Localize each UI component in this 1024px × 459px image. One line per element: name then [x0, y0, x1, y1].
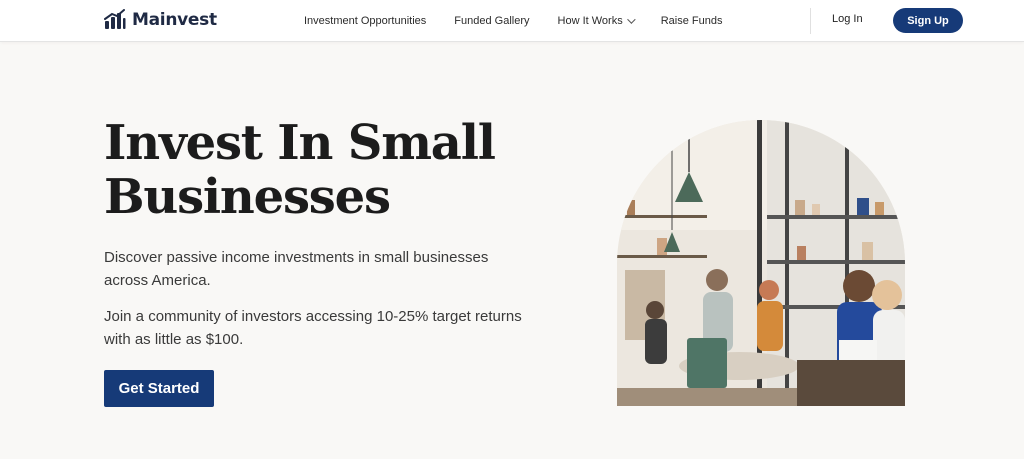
hero-returns-text: Join a community of investors accessing … [104, 308, 522, 348]
nav-divider [810, 8, 811, 34]
brand-name: Mainvest [132, 10, 217, 30]
main-nav: Investment Opportunities Funded Gallery … [304, 0, 750, 42]
hero-title: Invest In Small Businesses [104, 115, 496, 225]
cafe-illustration [617, 120, 905, 406]
nav-item-funded-gallery[interactable]: Funded Gallery [454, 15, 529, 27]
cafe-photo [617, 120, 905, 406]
nav-item-raise-funds[interactable]: Raise Funds [661, 15, 723, 27]
nav-item-investment-opportunities[interactable]: Investment Opportunities [304, 15, 426, 27]
top-navigation-bar: Mainvest Investment Opportunities Funded… [0, 0, 1024, 42]
bar-chart-logo-icon [104, 9, 126, 29]
nav-item-how-it-works[interactable]: How It Works [557, 15, 636, 27]
chevron-down-icon [626, 15, 636, 24]
nav-item-how-it-works-label: How It Works [557, 15, 623, 27]
hero-description: Discover passive income investments in s… [104, 249, 489, 289]
get-started-button[interactable]: Get Started [104, 370, 214, 407]
mainvest-logo[interactable]: Mainvest [104, 9, 217, 31]
signup-button[interactable]: Sign Up [893, 8, 963, 33]
login-link[interactable]: Log In [832, 13, 863, 25]
